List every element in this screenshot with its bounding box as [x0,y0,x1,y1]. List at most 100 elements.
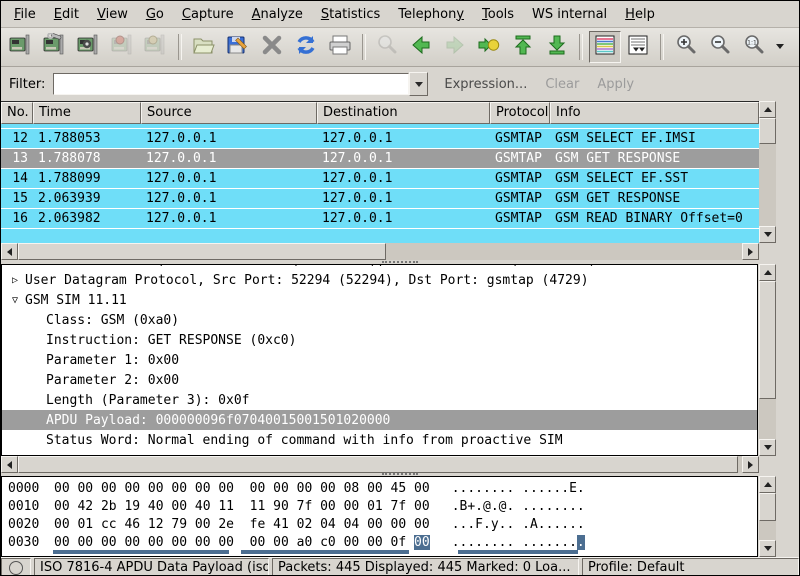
column-header-time[interactable]: Time [33,102,141,124]
capture-start-button[interactable] [73,31,105,63]
scroll-up-button[interactable] [759,264,776,281]
apply-button[interactable]: Apply [597,77,634,92]
zoom-100-button[interactable]: 1:1 [738,31,770,63]
packet-cell: 127.0.0.1 [317,129,490,148]
go-top-button[interactable] [507,31,539,63]
reload-button[interactable] [290,31,322,63]
scrollbar-thumb[interactable] [759,281,776,399]
column-header-info[interactable]: Info [550,102,759,124]
detail-row-8[interactable]: APDU Payload: 000000096f0704001500150102… [2,410,757,430]
menu-item-go[interactable]: Go [137,3,173,26]
save-file-button[interactable] [222,31,254,63]
menu-item-help[interactable]: Help [616,3,664,26]
filter-input[interactable] [53,73,409,95]
hex-ascii: .B+.@.@. ........ [452,499,585,514]
hex-vertical-scrollbar[interactable] [759,476,776,557]
detail-row-2[interactable]: ▽GSM SIM 11.11 [2,290,757,310]
packet-cell: GSMTAP [490,149,550,168]
scrollbar-thumb[interactable] [759,493,776,521]
toolbar-overflow-button[interactable] [771,38,789,56]
autoscroll-button[interactable] [623,31,655,63]
hex-row-0010[interactable]: 001000 42 2b 19 40 00 40 11 11 90 7f 00 … [2,497,757,515]
packet-row-12[interactable]: 121.788053127.0.0.1127.0.0.1GSMTAPGSM SE… [1,129,759,149]
reload-icon [294,33,318,61]
detail-row-6[interactable]: Parameter 2: 0x00 [2,370,757,390]
scrollbar-thumb[interactable] [18,456,738,473]
scrollbar-thumb[interactable] [18,243,386,260]
menu-item-view[interactable]: View [88,3,137,26]
menu-item-file[interactable]: File [5,3,45,26]
menu-item-telephony[interactable]: Telephony [389,3,473,26]
details-vertical-scrollbar[interactable] [759,264,776,456]
details-horizontal-scrollbar[interactable] [1,456,759,473]
expression-button[interactable]: Expression... [444,77,527,92]
menu-item-capture[interactable]: Capture [173,3,243,26]
scroll-down-button[interactable] [759,226,776,243]
packet-list-horizontal-scrollbar[interactable] [1,243,759,260]
scroll-left-button[interactable] [1,243,18,260]
zoom-out-button[interactable] [704,31,736,63]
packet-row-13[interactable]: 131.788078127.0.0.1127.0.0.1GSMTAPGSM GE… [1,149,759,169]
go-bottom-button[interactable] [541,31,573,63]
column-header-no[interactable]: No. [1,102,33,124]
go-forward-button[interactable] [439,31,471,63]
go-back-icon [409,33,433,61]
expert-info-button[interactable] [1,558,31,576]
packet-cell: 127.0.0.1 [317,149,490,168]
detail-row-text: Internet Protocol, Src: 127.0.0.1 (127.0… [23,265,596,268]
packet-row-14[interactable]: 141.788099127.0.0.1127.0.0.1GSMTAPGSM SE… [1,169,759,189]
clear-button[interactable]: Clear [545,77,579,92]
menu-item-edit[interactable]: Edit [45,3,88,26]
scroll-right-button[interactable] [742,243,759,260]
find-button[interactable] [372,31,404,63]
menu-item-statistics[interactable]: Statistics [312,3,389,26]
detail-row-4[interactable]: Instruction: GET RESPONSE (0xc0) [2,330,757,350]
go-to-packet-button[interactable] [473,31,505,63]
hex-selected-byte[interactable]: 00 [414,535,430,550]
packet-cell: 15 [1,189,33,208]
packet-cell: 1.788078 [33,149,141,168]
capture-options-button[interactable] [39,31,71,63]
print-button[interactable] [324,31,356,63]
scroll-up-button[interactable] [759,476,776,493]
menu-item-ws-internal[interactable]: WS internal [523,3,616,26]
capture-stop-button[interactable] [107,31,139,63]
open-file-button[interactable] [188,31,220,63]
hex-row-0030[interactable]: 003000 00 00 00 00 00 00 00 00 00 a0 c0 … [2,533,757,551]
detail-row-1[interactable]: ▷User Datagram Protocol, Src Port: 52294… [2,270,757,290]
colorize-button[interactable] [589,31,621,63]
detail-row-7[interactable]: Length (Parameter 3): 0x0f [2,390,757,410]
ascii-selected-char[interactable]: . [577,535,585,550]
detail-row-3[interactable]: Class: GSM (0xa0) [2,310,757,330]
zoom-in-button[interactable] [670,31,702,63]
column-header-destination[interactable]: Destination [317,102,490,124]
menu-item-tools[interactable]: Tools [473,3,523,26]
hex-ascii: ........ ....... [452,535,577,550]
filter-dropdown-button[interactable] [409,72,428,96]
detail-row-9[interactable]: Status Word: Normal ending of command wi… [2,430,757,450]
scroll-down-button[interactable] [759,439,776,456]
expander-collapsed-icon[interactable]: ▷ [7,275,23,286]
filter-label: Filter: [9,77,45,92]
capture-restart-button[interactable] [140,31,172,63]
scroll-left-button[interactable] [1,456,18,473]
scroll-right-button[interactable] [742,456,759,473]
status-bar: ISO 7816-4 APDU Data Payload (iso... Pac… [1,557,799,576]
packet-row-16[interactable]: 162.063982127.0.0.1127.0.0.1GSMTAPGSM RE… [1,209,759,229]
close-file-button[interactable] [256,31,288,63]
scroll-down-button[interactable] [759,540,776,557]
column-header-source[interactable]: Source [141,102,317,124]
packet-row-15[interactable]: 152.063939127.0.0.1127.0.0.1GSMTAPGSM GE… [1,189,759,209]
scrollbar-thumb[interactable] [759,118,776,144]
packet-list-vertical-scrollbar[interactable] [759,101,776,243]
scroll-up-button[interactable] [759,101,776,118]
list-interfaces-button[interactable] [5,31,37,63]
detail-row-5[interactable]: Parameter 1: 0x00 [2,350,757,370]
menu-item-analyze[interactable]: Analyze [243,3,312,26]
hex-row-0020[interactable]: 002000 01 cc 46 12 79 00 2e fe 41 02 04 … [2,515,757,533]
hex-row-0000[interactable]: 000000 00 00 00 00 00 00 00 00 00 00 00 … [2,479,757,497]
go-back-button[interactable] [405,31,437,63]
expander-expanded-icon[interactable]: ▽ [7,295,23,306]
expander-collapsed-icon[interactable]: ▷ [7,265,23,266]
column-header-protocol[interactable]: Protocol [490,102,550,124]
